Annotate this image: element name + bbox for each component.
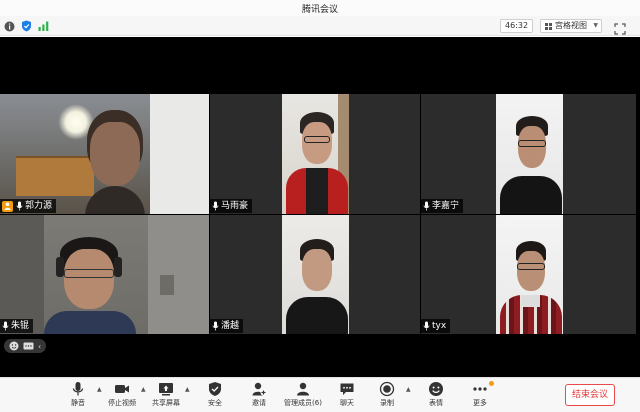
info-icon[interactable] [3, 20, 15, 32]
meeting-info-bar: 46:32 宫格视图 ▼ [0, 16, 640, 36]
chevron-up-icon[interactable]: ▲ [185, 386, 190, 393]
microphone-icon [212, 321, 219, 331]
invite-label: 邀请 [252, 399, 266, 407]
camera-feed [496, 94, 563, 214]
record-label: 录制 [380, 399, 394, 407]
participant-name: 潘越 [221, 321, 240, 331]
reactions-button[interactable]: 表情 [412, 380, 460, 412]
video-tile-1[interactable]: 郭力源 [0, 94, 209, 214]
more-label: 更多 [473, 399, 487, 407]
meeting-toolbar: 静音 ▲ 停止视频 ▲ 共享屏幕 ▲ 安全 邀请 管理成员(6) 聊天 录制 ▲… [0, 377, 640, 412]
share-screen-icon [159, 383, 173, 396]
stop-video-label: 停止视频 [108, 399, 136, 407]
person-figure [500, 114, 562, 214]
participant-name-tag: tyx [421, 319, 451, 333]
meeting-timer: 46:32 [500, 19, 534, 33]
manage-members-button[interactable]: 管理成员(6) [279, 380, 327, 412]
person-figure [286, 108, 348, 214]
security-label: 安全 [208, 399, 222, 407]
grid-icon [545, 23, 552, 30]
participant-name: 朱锟 [11, 321, 30, 331]
more-button[interactable]: 更多 [456, 380, 504, 412]
chat-icon [340, 383, 354, 395]
participant-name-tag: 朱锟 [0, 319, 34, 333]
microphone-icon [212, 201, 219, 211]
participant-name-tag: 李嘉宁 [421, 199, 464, 213]
participant-name-tag: 潘越 [210, 319, 244, 333]
shield-icon [209, 382, 221, 396]
invite-button[interactable]: 邀请 [235, 380, 283, 412]
participant-name-tag: 马雨豪 [210, 199, 253, 213]
video-tile-2[interactable]: 马雨豪 [210, 94, 420, 214]
person-figure [42, 233, 138, 334]
more-icon [473, 387, 487, 391]
reactions-label: 表情 [429, 399, 443, 407]
record-icon [379, 381, 395, 397]
host-icon [2, 200, 13, 212]
video-camera-icon [115, 385, 129, 393]
window-title: 腾讯会议 [301, 5, 338, 15]
person-figure [500, 239, 562, 334]
view-mode-dropdown[interactable]: 宫格视图 ▼ [540, 19, 602, 33]
microphone-icon [423, 201, 430, 211]
share-screen-label: 共享屏幕 [152, 399, 180, 407]
video-tile-4[interactable]: 朱锟 [0, 215, 209, 334]
members-icon [297, 382, 309, 396]
participant-name: 郭力源 [25, 201, 53, 211]
emoji-icon[interactable] [9, 341, 19, 351]
camera-feed [0, 215, 209, 334]
chevron-up-icon[interactable]: ▲ [406, 386, 411, 393]
video-tile-3[interactable]: 李嘉宁 [421, 94, 636, 214]
chevron-left-icon[interactable]: ‹ [38, 342, 41, 351]
video-tile-5[interactable]: 潘越 [210, 215, 420, 334]
notification-dot [489, 381, 494, 386]
mute-label: 静音 [71, 399, 85, 407]
signal-icon[interactable] [37, 20, 49, 32]
camera-feed [282, 94, 349, 214]
stop-video-button[interactable]: 停止视频 [98, 380, 146, 412]
video-tile-6[interactable]: tyx [421, 215, 636, 334]
camera-feed [496, 215, 563, 334]
microphone-icon [423, 321, 430, 331]
microphone-icon [2, 321, 9, 331]
fullscreen-icon[interactable] [614, 20, 626, 35]
video-grid: 郭力源 马雨豪 李嘉宁 朱锟 潘越 tyx ‹ [0, 37, 640, 377]
view-mode-label: 宫格视图 [555, 21, 587, 30]
camera-feed [282, 215, 349, 334]
chevron-down-icon: ▼ [593, 22, 598, 29]
participant-name: 李嘉宁 [432, 201, 460, 211]
title-bar: 腾讯会议 [0, 0, 640, 16]
participant-name: 马雨豪 [221, 201, 249, 211]
shield-icon[interactable] [20, 20, 32, 32]
emoji-icon [429, 382, 443, 396]
floating-mini-bar: ‹ [4, 339, 47, 353]
mute-button[interactable]: 静音 [54, 380, 102, 412]
person-figure [80, 102, 150, 214]
manage-members-label: 管理成员(6) [284, 399, 322, 407]
participant-name-tag: 郭力源 [0, 199, 57, 213]
share-screen-button[interactable]: 共享屏幕 [142, 380, 190, 412]
participant-name: tyx [432, 321, 447, 331]
chat-icon[interactable] [23, 342, 34, 351]
record-button[interactable]: 录制 [363, 380, 411, 412]
security-button[interactable]: 安全 [191, 380, 239, 412]
person-figure [286, 235, 348, 334]
invite-user-icon [252, 382, 267, 396]
camera-feed [0, 94, 209, 214]
end-meeting-button[interactable]: 结束会议 [565, 384, 615, 406]
microphone-icon [72, 382, 84, 396]
microphone-icon [16, 201, 23, 211]
